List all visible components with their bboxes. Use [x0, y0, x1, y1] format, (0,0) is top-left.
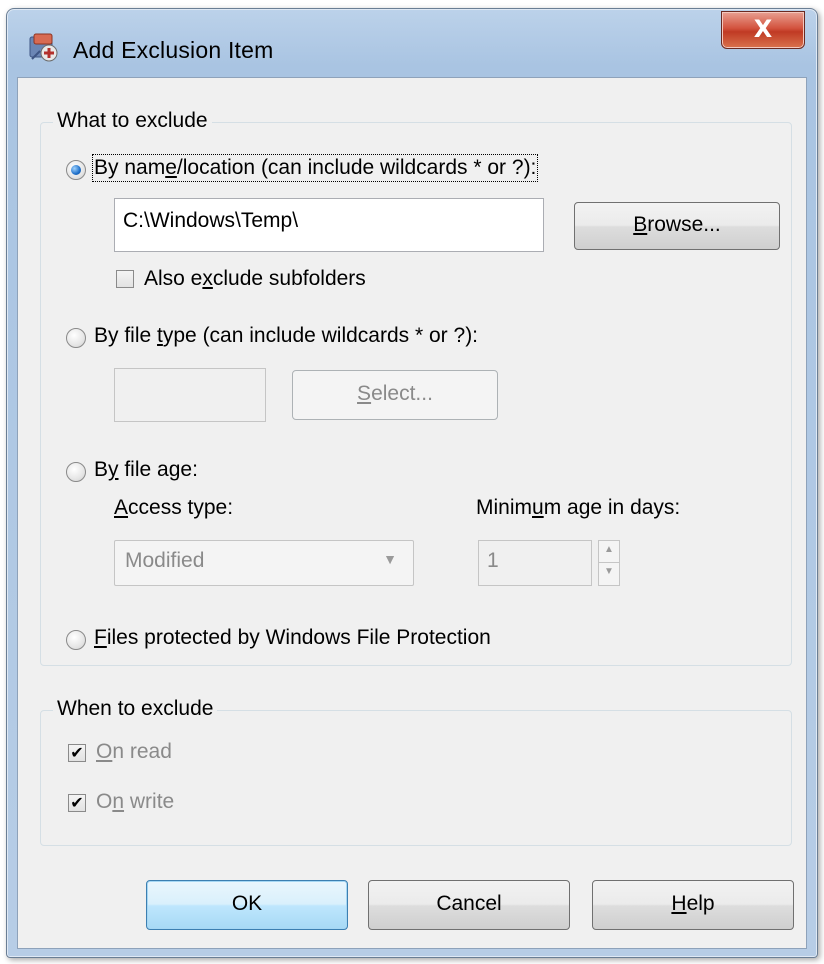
help-button[interactable]: Help: [592, 880, 794, 930]
also-exclude-subfolders-label[interactable]: Also exclude subfolders: [144, 267, 366, 291]
on-write-label[interactable]: On write: [96, 790, 174, 814]
title-bar[interactable]: Add Exclusion Item X: [7, 9, 817, 77]
dialog-window: Add Exclusion Item X What to exclude By …: [6, 8, 818, 958]
on-read-checkbox[interactable]: ✔: [68, 744, 86, 762]
path-input[interactable]: C:\Windows\Temp\: [114, 198, 544, 252]
minimum-age-label: Minimum age in days:: [476, 496, 681, 519]
by-name-location-radio[interactable]: [66, 160, 86, 180]
access-type-value: Modified: [125, 549, 205, 572]
what-to-exclude-title: What to exclude: [53, 109, 212, 133]
also-exclude-subfolders-checkbox[interactable]: [116, 270, 134, 288]
on-read-label[interactable]: On read: [96, 740, 172, 764]
exclusion-app-icon: [29, 33, 58, 62]
by-windows-file-protection-radio[interactable]: [66, 630, 86, 650]
window-title: Add Exclusion Item: [73, 37, 274, 63]
when-to-exclude-title: When to exclude: [53, 697, 218, 721]
on-write-checkbox[interactable]: ✔: [68, 794, 86, 812]
minimum-age-input[interactable]: 1: [478, 540, 592, 586]
access-type-label: Access type:: [114, 496, 234, 519]
minimum-age-spinner[interactable]: ▲ ▼: [598, 540, 620, 586]
access-type-dropdown[interactable]: Modified ▼: [114, 540, 414, 586]
by-name-location-label[interactable]: By name/location (can include wildcards …: [91, 154, 539, 182]
by-file-age-radio[interactable]: [66, 462, 86, 482]
by-file-age-label[interactable]: By file age:: [94, 458, 198, 482]
spin-up-icon[interactable]: ▲: [599, 541, 619, 563]
when-to-exclude-group: When to exclude: [40, 697, 792, 846]
file-type-input[interactable]: [114, 368, 266, 422]
cancel-button[interactable]: Cancel: [368, 880, 570, 930]
spin-down-icon[interactable]: ▼: [599, 563, 619, 585]
by-windows-file-protection-label[interactable]: Files protected by Windows File Protecti…: [94, 626, 491, 650]
ok-button[interactable]: OK: [146, 880, 348, 930]
by-file-type-radio[interactable]: [66, 328, 86, 348]
dialog-client-area: What to exclude By name/location (can in…: [17, 77, 807, 949]
chevron-down-icon: ▼: [383, 551, 397, 567]
browse-button[interactable]: Browse...: [574, 202, 780, 250]
select-button[interactable]: Select...: [292, 370, 498, 420]
close-button[interactable]: X: [721, 11, 805, 49]
by-file-type-label[interactable]: By file type (can include wildcards * or…: [94, 324, 478, 348]
